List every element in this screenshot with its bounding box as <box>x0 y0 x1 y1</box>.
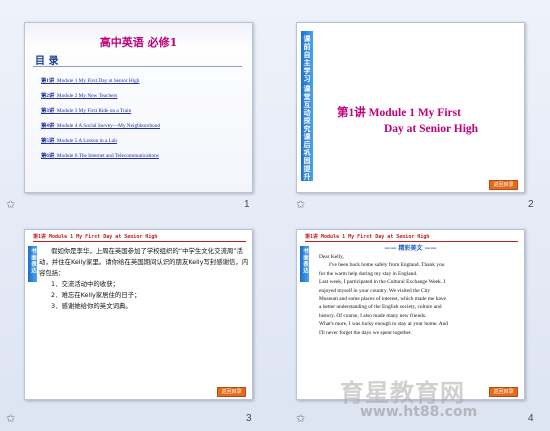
lecture-label: 第4讲 <box>41 123 55 129</box>
task-item-2: 2．难忘在Kelly家居住的日子； <box>51 291 141 299</box>
slide-2-title-line-1: 第1讲 Module 1 My First <box>337 107 461 119</box>
watermark-logo-text: 育星教育网 <box>340 379 465 407</box>
slide-thumbnail-3[interactable]: 第1讲 Module 1 My First Day at Senior High… <box>24 229 253 400</box>
slide-3-body: 假如你是李华，上周在英国参加了学校组织的“中学生文化交流周”活动，并住在Kell… <box>39 246 249 312</box>
slide-2-title: 第1讲 Module 1 My First Day at Senior High <box>337 105 478 137</box>
menu-label: 目 录 <box>35 56 59 67</box>
toc-link-5[interactable]: 第5讲 Module 5 A Lesson in a Lab <box>41 136 117 144</box>
task-paragraph: 假如你是李华，上周在英国参加了学校组织的“中学生文化交流周”活动，并住在Kell… <box>39 247 249 277</box>
slide-thumbnail-1[interactable]: 高中英语 必修1 目 录 第1讲 Module 1 My First Day a… <box>24 22 253 193</box>
task-item-3: 3．感谢她给你的英文词典。 <box>51 302 132 310</box>
divider <box>33 66 242 67</box>
header-divider <box>305 241 518 242</box>
header-divider <box>33 241 246 242</box>
toc-link-3[interactable]: 第3讲 Module 3 My First Ride on a Train <box>41 106 131 114</box>
lecture-label: 第1讲 <box>41 78 55 84</box>
toc-link-6[interactable]: 第6讲 Module 6 The Internet and Telecommun… <box>41 151 159 159</box>
slide-4-star-icon[interactable]: ✩ <box>296 412 305 425</box>
lecture-label: 第2讲 <box>41 93 55 99</box>
slide-4-header: 第1讲 Module 1 My First Day at Senior High <box>305 234 430 240</box>
essay-line-3: for the warm help during my stay in Engl… <box>319 270 418 277</box>
toc-text: Module 4 A Social Survey—My Neighbourhoo… <box>56 123 161 129</box>
slide-thumbnail-2[interactable]: 课前自主学习 课堂互动探究 课后巩固提升 第1讲 Module 1 My Fir… <box>296 22 525 193</box>
toc-link-1[interactable]: 第1讲 Module 1 My First Day at Senior High <box>41 76 139 84</box>
side-tab-writing[interactable]: 书面表达 <box>29 248 37 274</box>
model-essay-heading: —— 精彩美文 —— <box>384 245 437 252</box>
lecture-label: 第6讲 <box>41 153 55 159</box>
lecture-label: 第5讲 <box>41 138 55 144</box>
essay-line-9: What's more, I was lucky enough to stay … <box>319 321 448 328</box>
side-tab-2[interactable]: 课堂互动探究 <box>302 85 312 133</box>
return-toc-button[interactable]: 返回目录 <box>489 180 518 190</box>
essay-line-5: enjoyed myself in your country. We visit… <box>319 287 431 294</box>
toc-text: Module 6 The Internet and Telecommunicat… <box>56 153 159 159</box>
toc-link-4[interactable]: 第4讲 Module 4 A Social Survey—My Neighbou… <box>41 121 160 129</box>
toc-text: Module 1 My First Day at Senior High <box>56 78 140 84</box>
essay-line-8: history. Of course, I also made many new… <box>319 312 427 319</box>
task-item-1: 1．交流活动中的收获； <box>51 280 119 288</box>
essay-line-6: Museum and some places of interest, whic… <box>319 296 446 303</box>
slide-3-number: 3 <box>246 413 252 424</box>
toc-text: Module 5 A Lesson in a Lab <box>56 138 117 144</box>
side-tab-1[interactable]: 课前自主学习 <box>302 35 312 83</box>
return-toc-button[interactable]: 返回目录 <box>489 387 518 397</box>
model-essay-body: Dear Kelly, I've been back home safely f… <box>319 253 517 337</box>
toc-text: Module 2 My New Teachers <box>56 93 118 99</box>
watermark-url: www.ht88.com <box>360 404 478 420</box>
slide-2-number: 2 <box>528 199 534 210</box>
toc-link-2[interactable]: 第2讲 Module 2 My New Teachers <box>41 91 117 99</box>
return-toc-button[interactable]: 返回目录 <box>217 387 246 397</box>
slide-3-header: 第1讲 Module 1 My First Day at Senior High <box>33 234 158 240</box>
slide-2-title-line-2: Day at Senior High <box>384 123 479 135</box>
toc-text: Module 3 My First Ride on a Train <box>56 108 132 114</box>
essay-line-7: a better understanding of the English so… <box>319 304 442 311</box>
essay-line-10: I'll never forget the days we spent toge… <box>319 329 412 336</box>
slide-1-star-icon[interactable]: ✩ <box>6 198 15 211</box>
slide-2-star-icon[interactable]: ✩ <box>296 198 305 211</box>
essay-line-2: I've been back home safely from England.… <box>329 262 445 269</box>
essay-line-1: Dear Kelly, <box>319 254 344 260</box>
lecture-label: 第3讲 <box>41 108 55 114</box>
slide-4-number: 4 <box>528 413 534 424</box>
side-tab-3[interactable]: 课后巩固提升 <box>302 133 312 181</box>
slide-3-star-icon[interactable]: ✩ <box>6 412 15 425</box>
essay-line-4: Last week, I participated in the Cultura… <box>319 279 446 286</box>
slide-1-title: 高中英语 必修1 <box>99 36 178 49</box>
slide-1-number: 1 <box>244 199 250 210</box>
